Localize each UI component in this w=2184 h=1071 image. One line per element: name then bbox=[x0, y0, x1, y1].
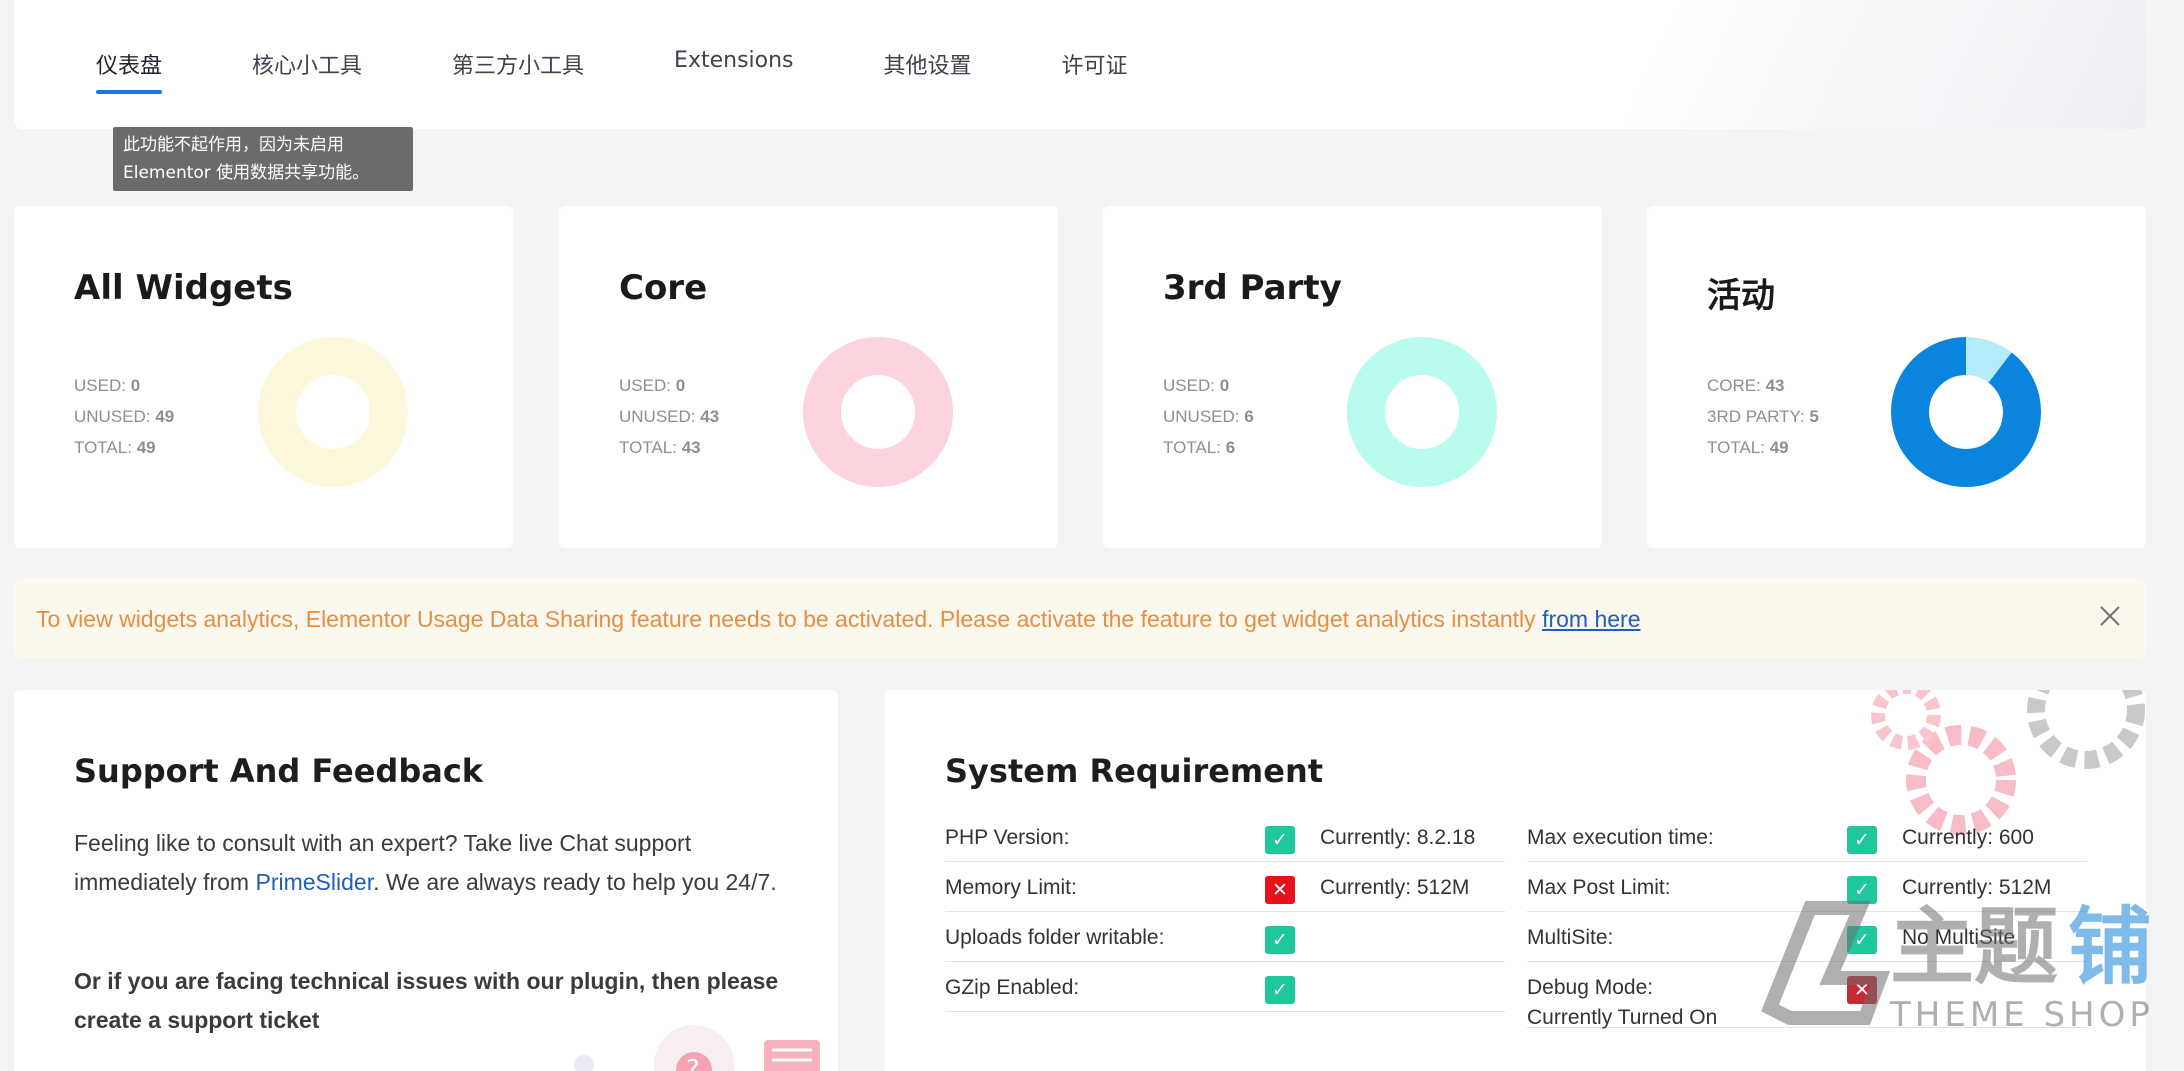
svg-text:?: ? bbox=[686, 1055, 700, 1071]
check-icon: ✓ bbox=[1265, 926, 1295, 954]
donut-core-segment bbox=[1891, 337, 2041, 487]
req-label: Uploads folder writable: bbox=[945, 926, 1165, 949]
stat-label: UNUSED: bbox=[619, 407, 696, 426]
stat-value: 49 bbox=[1769, 438, 1789, 457]
card-title: 3rd Party bbox=[1163, 268, 1342, 308]
req-current: Currently: 512M bbox=[1320, 876, 1470, 899]
donut-chart bbox=[258, 337, 408, 487]
stat-label: TOTAL: bbox=[74, 438, 132, 457]
card-title: 活动 bbox=[1707, 276, 1775, 316]
stat-value: 6 bbox=[1225, 438, 1236, 457]
cross-icon: ✕ bbox=[1265, 876, 1295, 904]
support-illustration: ? bbox=[574, 1025, 820, 1071]
req-row-memory: Memory Limit: ✕ Currently: 512M bbox=[945, 862, 1505, 912]
header-shade bbox=[1446, 0, 2146, 129]
card-stats: CORE: 43 3RD PARTY: 5 TOTAL: 49 bbox=[1707, 370, 1819, 463]
req-sub: Currently Turned On bbox=[1527, 1006, 1718, 1029]
stat-label: UNUSED: bbox=[1163, 407, 1240, 426]
stat-label: 3RD PARTY: bbox=[1707, 407, 1805, 426]
stat-value: 49 bbox=[155, 407, 175, 426]
tab-list: 仪表盘 核心小工具 第三方小工具 Extensions 其他设置 许可证 bbox=[96, 48, 1218, 94]
primeslider-link[interactable]: PrimeSlider bbox=[255, 869, 373, 895]
check-icon: ✓ bbox=[1265, 826, 1295, 854]
check-icon: ✓ bbox=[1265, 976, 1295, 1004]
system-title: System Requirement bbox=[945, 752, 1324, 790]
support-text-after: . We are always ready to help you 24/7. bbox=[373, 869, 777, 895]
req-row-php: PHP Version: ✓ Currently: 8.2.18 bbox=[945, 812, 1505, 862]
theme-shop-watermark-logo: 主题 铺 THEME SHOP bbox=[1761, 898, 2154, 1035]
support-paragraph: Feeling like to consult with an expert? … bbox=[74, 824, 794, 902]
close-icon[interactable] bbox=[2096, 602, 2124, 630]
tab-third-party-widgets[interactable]: 第三方小工具 bbox=[452, 48, 584, 94]
check-icon: ✓ bbox=[1847, 826, 1877, 854]
support-panel: Support And Feedback Feeling like to con… bbox=[14, 690, 838, 1071]
req-label: Memory Limit: bbox=[945, 876, 1077, 899]
donut-chart bbox=[803, 337, 953, 487]
req-label: GZip Enabled: bbox=[945, 976, 1080, 999]
analytics-notice: To view widgets analytics, Elementor Usa… bbox=[14, 578, 2146, 658]
donut-ring bbox=[1347, 337, 1497, 487]
req-row-max-execution: Max execution time: ✓ Currently: 600 bbox=[1527, 812, 2087, 862]
stat-value: 0 bbox=[130, 376, 141, 395]
req-row-gzip: GZip Enabled: ✓ bbox=[945, 962, 1505, 1012]
stat-label: TOTAL: bbox=[1707, 438, 1765, 457]
tooltip-line-1: 此功能不起作用，因为未启用 bbox=[123, 135, 344, 155]
card-active: 活动 CORE: 43 3RD PARTY: 5 TOTAL: 49 bbox=[1647, 206, 2146, 548]
stat-label: TOTAL: bbox=[1163, 438, 1221, 457]
req-label: Max Post Limit: bbox=[1527, 876, 1671, 899]
tab-core-widgets[interactable]: 核心小工具 bbox=[252, 48, 362, 94]
card-title: Core bbox=[619, 268, 708, 308]
donut-ring bbox=[258, 337, 408, 487]
tooltip-line-2: Elementor 使用数据共享功能。 bbox=[123, 163, 370, 183]
stat-value: 43 bbox=[681, 438, 701, 457]
donut-chart bbox=[1891, 337, 2041, 487]
stat-label: USED: bbox=[1163, 376, 1215, 395]
card-stats: USED: 0 UNUSED: 43 TOTAL: 43 bbox=[619, 370, 719, 463]
req-label: Debug Mode: bbox=[1527, 976, 1654, 999]
donut-chart bbox=[1347, 337, 1497, 487]
stat-value: 43 bbox=[1765, 376, 1785, 395]
card-stats: USED: 0 UNUSED: 6 TOTAL: 6 bbox=[1163, 370, 1254, 463]
donut-ring bbox=[803, 337, 953, 487]
req-label: Max execution time: bbox=[1527, 826, 1714, 849]
stat-value: 5 bbox=[1809, 407, 1819, 426]
card-all-widgets: All Widgets USED: 0 UNUSED: 49 TOTAL: 49 bbox=[14, 206, 513, 548]
stat-label: CORE: bbox=[1707, 376, 1761, 395]
data-sharing-tooltip: 此功能不起作用，因为未启用 Elementor 使用数据共享功能。 bbox=[113, 127, 413, 191]
top-tab-bar: 仪表盘 核心小工具 第三方小工具 Extensions 其他设置 许可证 bbox=[14, 0, 2146, 129]
tab-license[interactable]: 许可证 bbox=[1062, 48, 1128, 94]
req-row-uploads: Uploads folder writable: ✓ bbox=[945, 912, 1505, 962]
stat-label: UNUSED: bbox=[74, 407, 151, 426]
svg-text:THEME SHOP: THEME SHOP bbox=[1889, 995, 2154, 1035]
requirements-left-column: PHP Version: ✓ Currently: 8.2.18 Memory … bbox=[945, 812, 1505, 1012]
card-title: All Widgets bbox=[74, 268, 293, 308]
notice-message: To view widgets analytics, Elementor Usa… bbox=[36, 606, 1641, 633]
tab-other-settings[interactable]: 其他设置 bbox=[884, 48, 972, 94]
stat-value: 43 bbox=[700, 407, 720, 426]
svg-text:主题: 主题 bbox=[1890, 898, 2058, 996]
stat-value: 6 bbox=[1244, 407, 1254, 426]
tab-dashboard[interactable]: 仪表盘 bbox=[96, 48, 163, 94]
req-current: Currently: 600 bbox=[1902, 826, 2034, 849]
stat-value: 0 bbox=[675, 376, 686, 395]
req-label: PHP Version: bbox=[945, 826, 1070, 849]
notice-text: To view widgets analytics, Elementor Usa… bbox=[36, 606, 1543, 632]
tab-extensions[interactable]: Extensions bbox=[674, 48, 793, 94]
req-current: Currently: 8.2.18 bbox=[1320, 826, 1476, 849]
stat-label: USED: bbox=[619, 376, 671, 395]
card-core: Core USED: 0 UNUSED: 43 TOTAL: 43 bbox=[559, 206, 1058, 548]
card-stats: USED: 0 UNUSED: 49 TOTAL: 49 bbox=[74, 370, 174, 463]
stat-label: TOTAL: bbox=[619, 438, 677, 457]
stat-value: 49 bbox=[136, 438, 156, 457]
stat-label: USED: bbox=[74, 376, 126, 395]
svg-text:铺: 铺 bbox=[2068, 898, 2152, 996]
card-third-party: 3rd Party USED: 0 UNUSED: 6 TOTAL: 6 bbox=[1103, 206, 1602, 548]
stat-value: 0 bbox=[1219, 376, 1230, 395]
notice-link[interactable]: from here bbox=[1542, 606, 1640, 632]
req-label: MultiSite: bbox=[1527, 926, 1614, 949]
support-title: Support And Feedback bbox=[74, 752, 484, 790]
